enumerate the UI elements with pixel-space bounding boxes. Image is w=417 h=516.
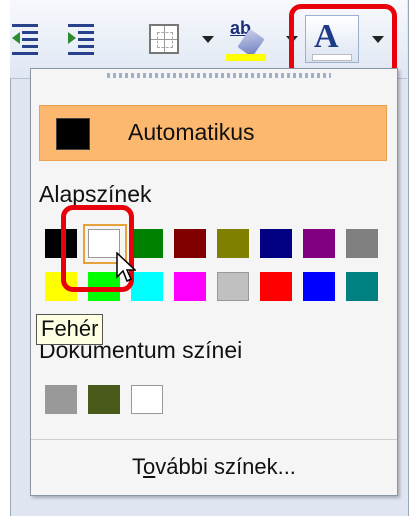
basic-color-swatch[interactable] [174, 229, 206, 258]
basic-color-swatch[interactable] [346, 229, 378, 258]
more-colors-label: További színek... [132, 454, 296, 479]
more-colors-item[interactable]: További színek... [31, 439, 397, 490]
basic-colors-heading: Alapszínek [39, 181, 152, 207]
basic-color-swatch[interactable] [303, 272, 335, 301]
document-color-swatch[interactable] [88, 385, 120, 414]
document-color-swatch[interactable] [131, 385, 163, 414]
automatic-label: Automatikus [128, 119, 255, 145]
color-tooltip: Fehér [36, 314, 104, 345]
basic-color-swatch[interactable] [174, 272, 206, 301]
menu-grip[interactable] [107, 73, 331, 78]
highlight-icon[interactable]: ab [226, 18, 268, 61]
basic-color-swatch[interactable] [217, 229, 249, 258]
automatic-color-option[interactable]: Automatikus [39, 105, 387, 161]
automatic-swatch [56, 118, 90, 150]
basic-color-swatch[interactable] [217, 272, 249, 301]
document-color-swatch[interactable] [45, 385, 77, 414]
mouse-cursor-icon [116, 252, 136, 283]
basic-color-swatch[interactable] [303, 229, 335, 258]
borders-dropdown-icon[interactable] [202, 36, 214, 43]
decrease-indent-icon[interactable] [12, 18, 40, 58]
basic-color-swatch[interactable] [260, 229, 292, 258]
basic-color-swatch[interactable] [260, 272, 292, 301]
basic-color-swatch[interactable] [346, 272, 378, 301]
highlight-frame-font-color [289, 4, 397, 78]
table-borders-icon[interactable] [149, 24, 179, 54]
increase-indent-icon[interactable] [68, 18, 96, 58]
